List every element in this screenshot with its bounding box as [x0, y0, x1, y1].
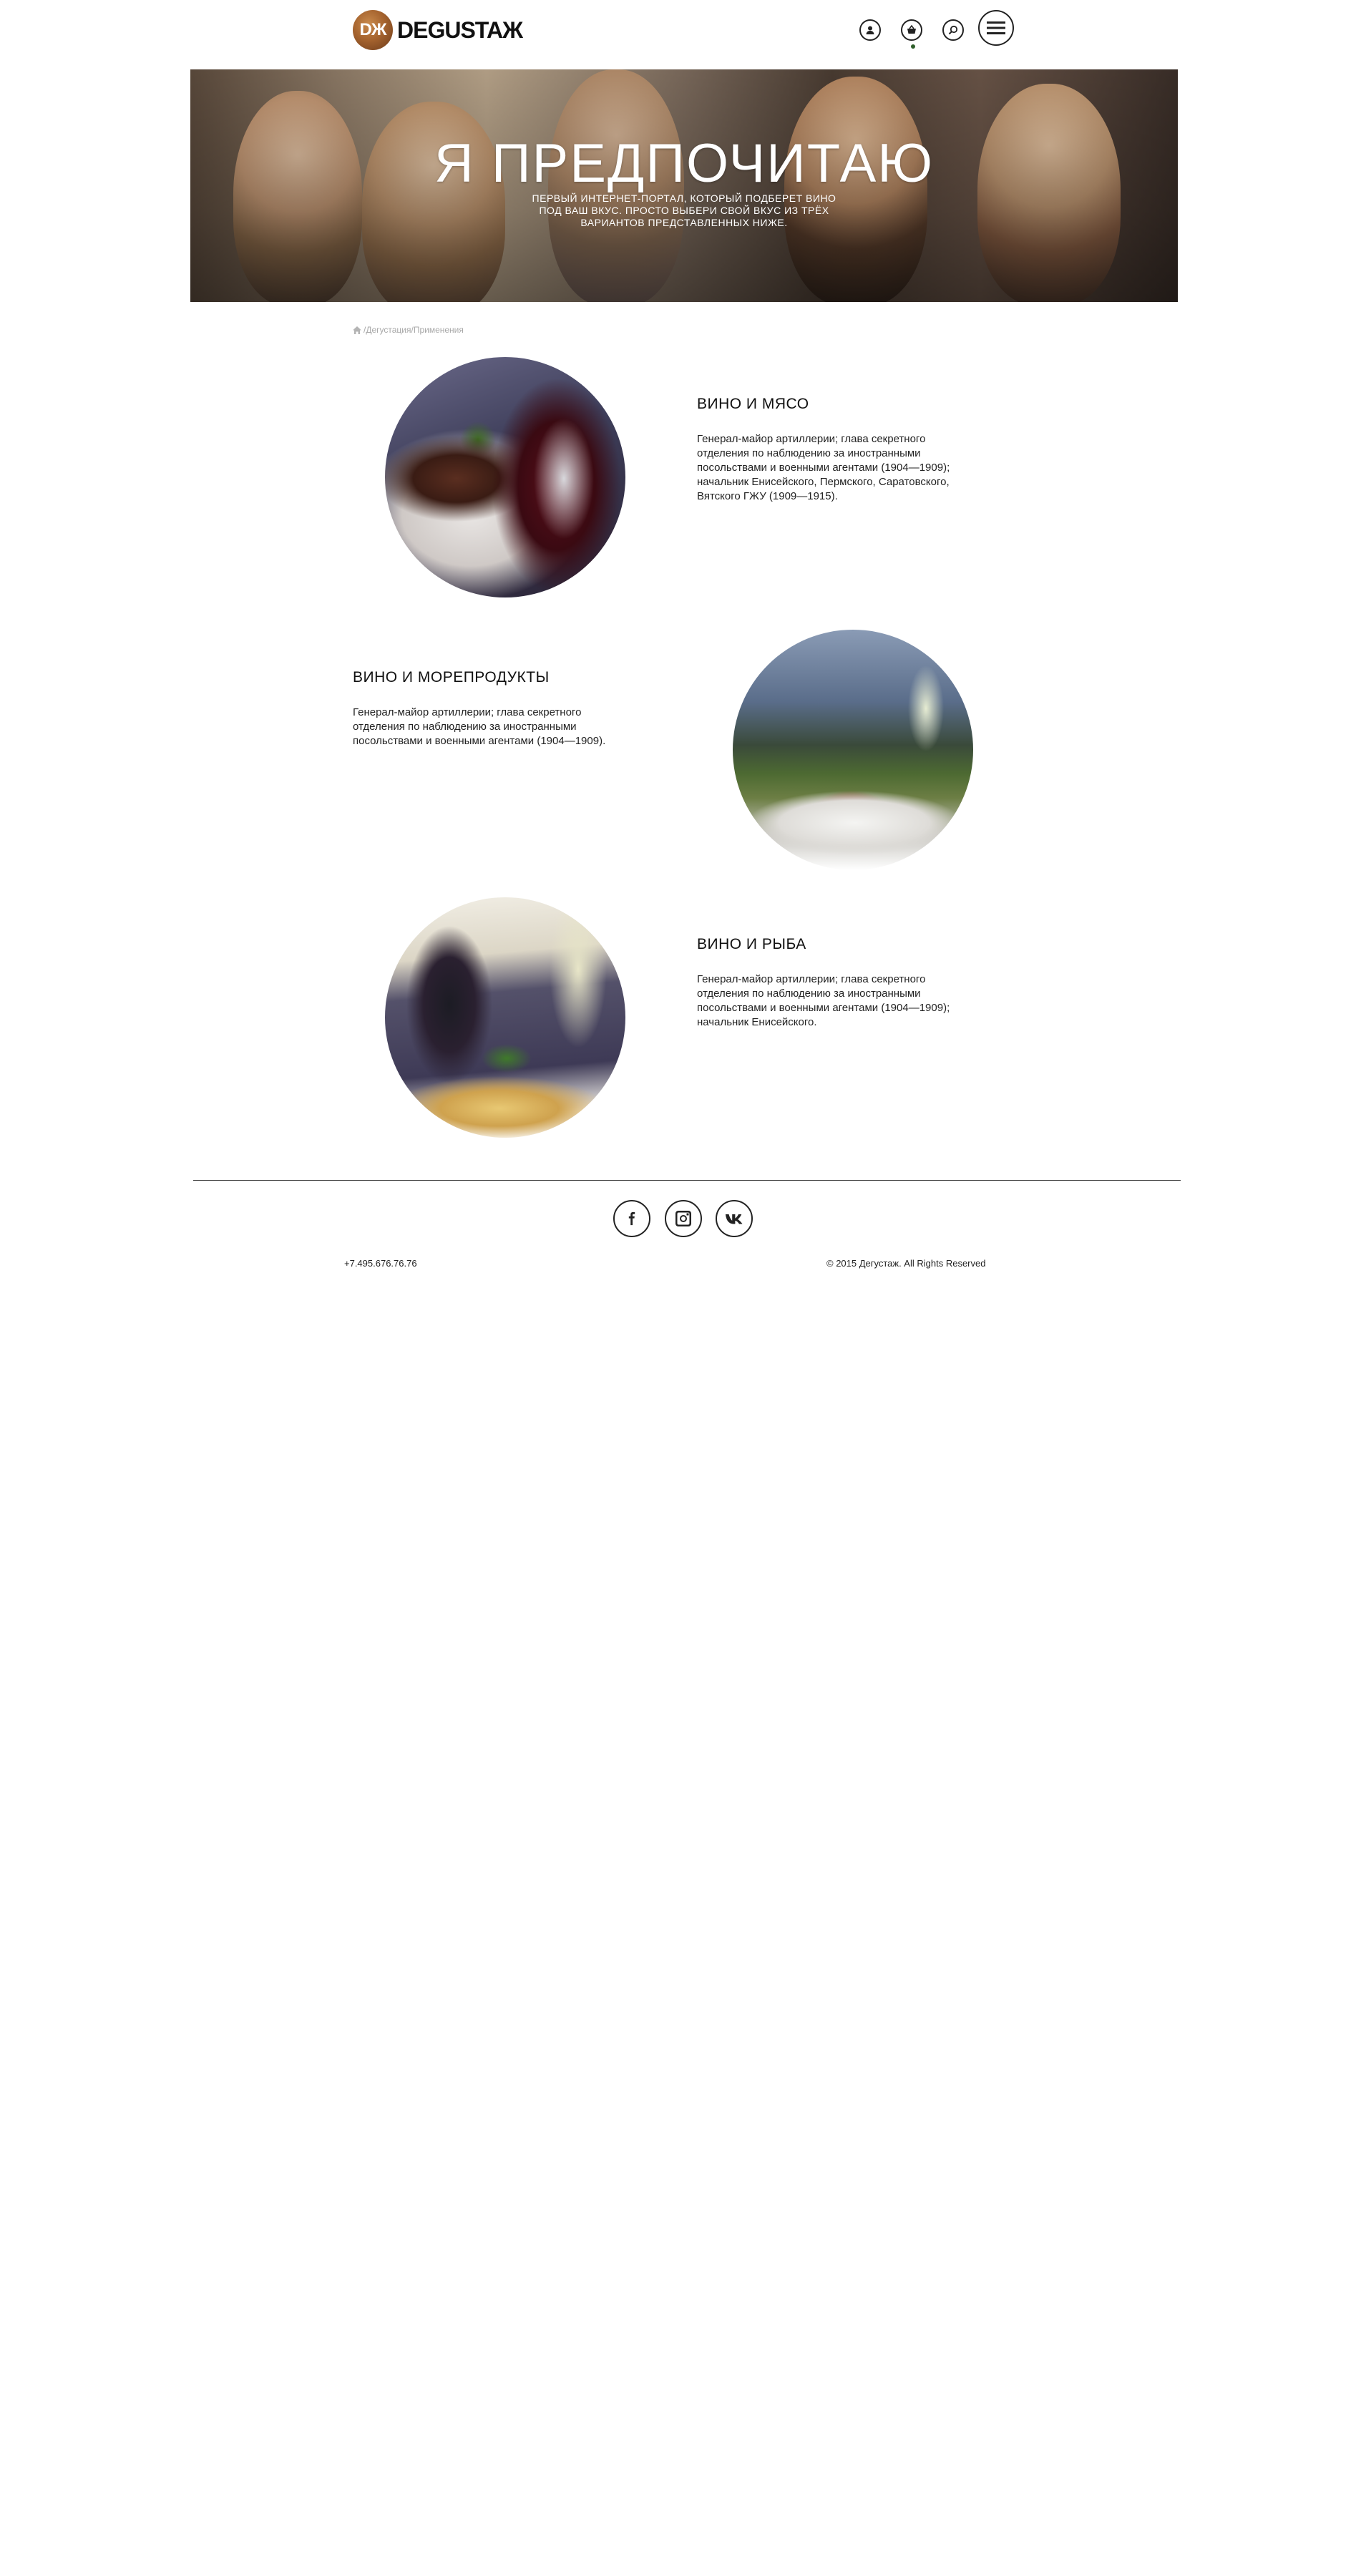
footer-phone[interactable]: +7.495.676.76.76: [344, 1258, 417, 1269]
section-title-seafood: ВИНО И МОРЕПРОДУКТЫ: [353, 669, 550, 686]
section-text-seafood: Генерал-майор артиллерии; глава секретно…: [353, 706, 660, 748]
logo-mark-text: DЖ: [359, 20, 386, 39]
hero-title: Я ПРЕДПОЧИТАЮ: [434, 133, 935, 194]
logo-mark: DЖ: [353, 10, 393, 50]
logo-text: DEGUSTAЖ: [397, 16, 523, 43]
breadcrumb: /Дегустация/Применения: [353, 325, 464, 335]
hero-subtitle: ПЕРВЫЙ ИНТЕРНЕТ-ПОРТАЛ, КОТОРЫЙ ПОДБЕРЕТ…: [190, 192, 1178, 229]
wine-seafood-photo: [733, 630, 973, 870]
site-header: DЖ DEGUSTAЖ: [353, 7, 1014, 54]
breadcrumb-path[interactable]: /Дегустация/Применения: [364, 325, 464, 335]
footer-divider: [193, 1180, 1181, 1181]
basket-icon[interactable]: [901, 19, 922, 41]
section-text-line: отделения по наблюдению за иностранными: [697, 447, 921, 459]
search-icon[interactable]: [942, 19, 964, 41]
section-text-line: посольствами и военными агентами (1904—1…: [353, 735, 606, 747]
section-text-line: Генерал-майор артиллерии; глава секретно…: [353, 706, 582, 718]
facebook-icon[interactable]: [613, 1200, 650, 1237]
hamburger-icon: [987, 21, 1005, 34]
logo[interactable]: DЖ DEGUSTAЖ: [353, 10, 523, 50]
menu-button[interactable]: [978, 10, 1014, 46]
instagram-icon[interactable]: [665, 1200, 702, 1237]
wine-fish-photo: [385, 897, 625, 1138]
section-text-line: посольствами и военными агентами (1904—1…: [697, 462, 950, 474]
section-text-line: Генерал-майор артиллерии; глава секретно…: [697, 433, 926, 445]
section-text-meat: Генерал-майор артиллерии; глава секретно…: [697, 432, 1005, 504]
section-text-line: начальник Енисейского.: [697, 1016, 817, 1028]
section-text-line: начальник Енисейского, Пермского, Сарато…: [697, 476, 950, 488]
section-text-line: Вятского ГЖУ (1909—1915).: [697, 490, 838, 502]
section-text-line: отделения по наблюдению за иностранными: [697, 987, 921, 1000]
wine-meat-photo: [385, 357, 625, 597]
user-icon[interactable]: [859, 19, 881, 41]
hero-banner: Я ПРЕДПОЧИТАЮ ПЕРВЫЙ ИНТЕРНЕТ-ПОРТАЛ, КО…: [190, 69, 1178, 302]
section-text-line: Генерал-майор артиллерии; глава секретно…: [697, 973, 926, 985]
hero-subtitle-line: ПОД ВАШ ВКУС. ПРОСТО ВЫБЕРИ СВОЙ ВКУС ИЗ…: [539, 205, 829, 216]
section-title-fish: ВИНО И РЫБА: [697, 936, 806, 952]
home-icon[interactable]: [353, 326, 361, 334]
vk-icon[interactable]: [716, 1200, 753, 1237]
footer-copyright: © 2015 Дегустаж. All Rights Reserved: [826, 1258, 986, 1269]
section-text-line: посольствами и военными агентами (1904—1…: [697, 1002, 950, 1014]
section-title-meat: ВИНО И МЯСО: [697, 396, 809, 412]
hero-subtitle-line: ПЕРВЫЙ ИНТЕРНЕТ-ПОРТАЛ, КОТОРЫЙ ПОДБЕРЕТ…: [532, 192, 836, 204]
section-text-fish: Генерал-майор артиллерии; глава секретно…: [697, 972, 1005, 1030]
section-text-line: отделения по наблюдению за иностранными: [353, 721, 577, 733]
cart-indicator-dot: [911, 44, 915, 49]
hero-subtitle-line: ВАРИАНТОВ ПРЕДСТАВЛЕННЫХ НИЖЕ.: [580, 217, 788, 228]
